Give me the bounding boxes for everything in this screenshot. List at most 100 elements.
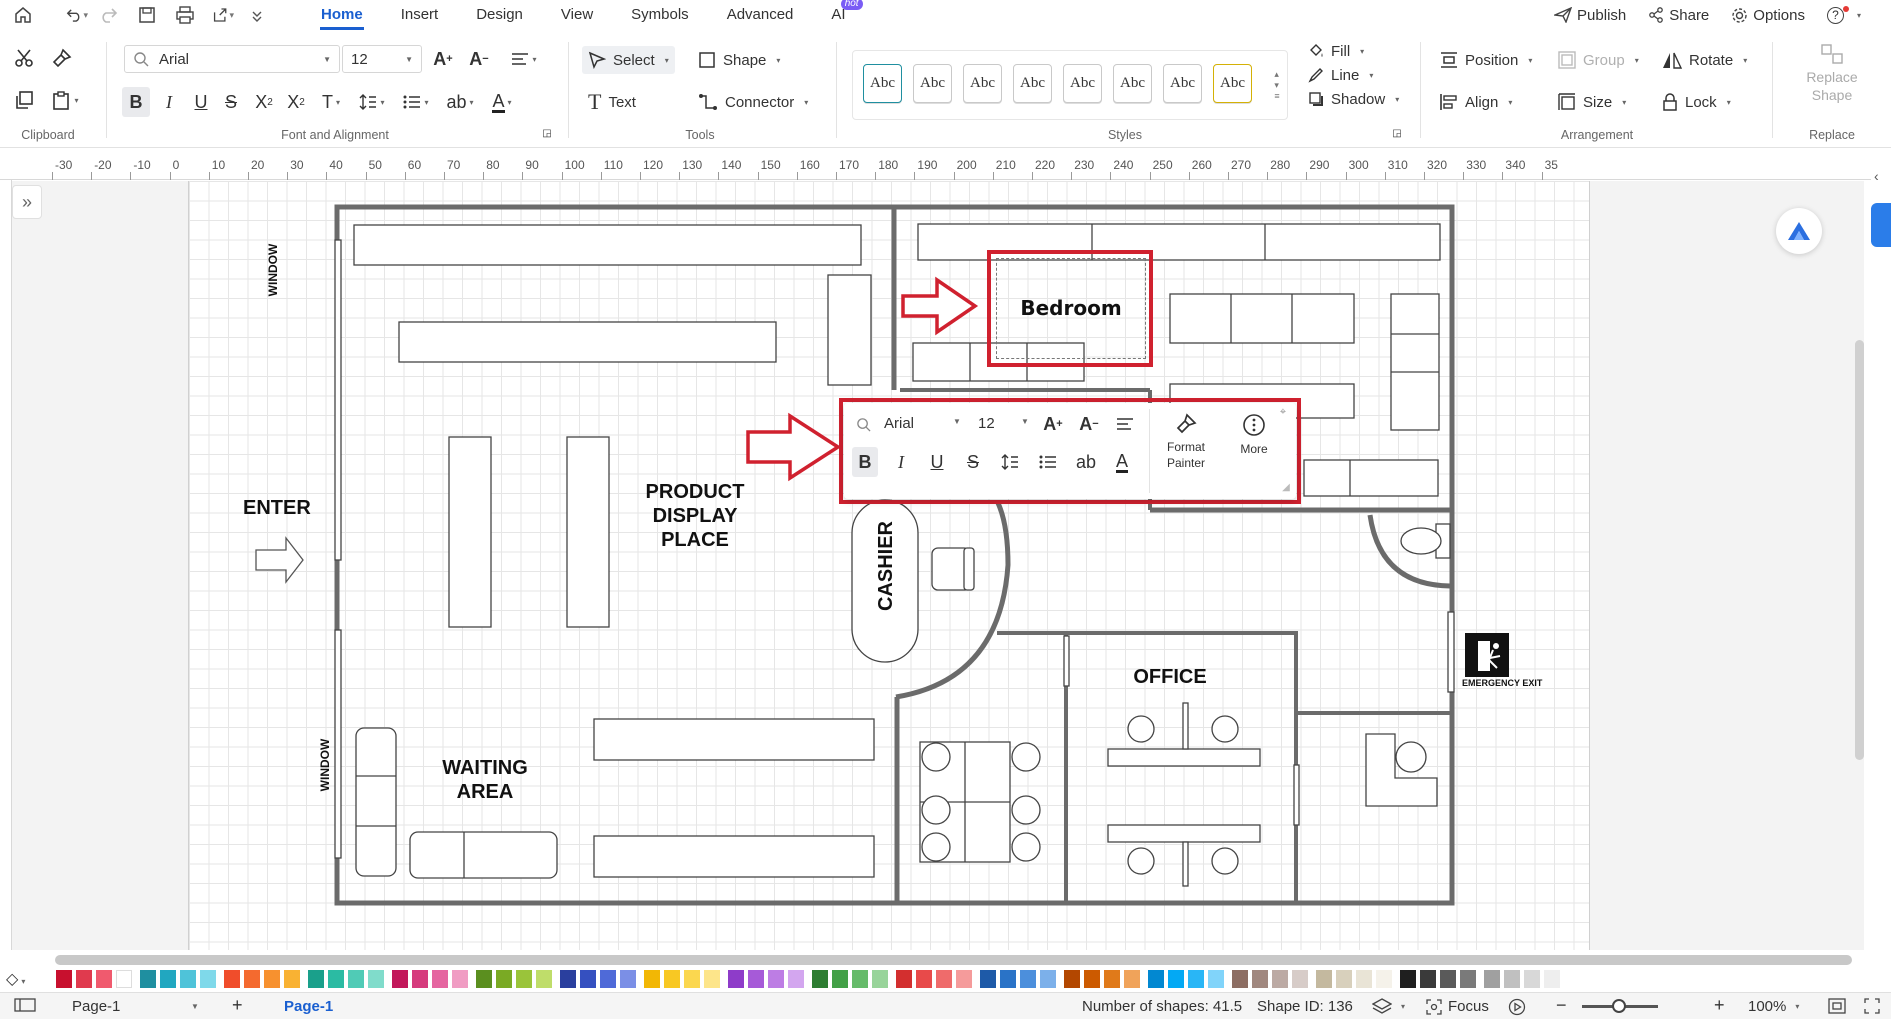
color-swatch[interactable] — [852, 970, 868, 988]
color-swatch[interactable] — [308, 970, 324, 988]
color-swatch[interactable] — [600, 970, 616, 988]
color-swatch[interactable] — [664, 970, 680, 988]
align-button[interactable]: Align ▾ — [1434, 88, 1518, 116]
expand-panel-button[interactable]: » — [12, 185, 42, 219]
color-swatch[interactable] — [264, 970, 280, 988]
color-swatch[interactable] — [412, 970, 428, 988]
color-swatch[interactable] — [432, 970, 448, 988]
color-swatch[interactable] — [620, 970, 636, 988]
share-button[interactable]: Share — [1648, 7, 1709, 24]
text-align-icon[interactable]: ▾ — [506, 47, 542, 71]
font-color-icon[interactable]: A ▾ — [484, 87, 520, 117]
color-swatch[interactable] — [684, 970, 700, 988]
format-painter-button[interactable]: Format Painter — [1156, 413, 1216, 471]
export-icon[interactable]: ▾ — [212, 4, 234, 26]
color-swatch[interactable] — [200, 970, 216, 988]
redo-icon[interactable] — [98, 4, 120, 26]
text-case-icon[interactable]: ab ▾ — [442, 87, 478, 117]
page-selector[interactable]: Page-1 ▼ — [72, 998, 199, 1015]
color-swatch[interactable] — [768, 970, 784, 988]
connector-tool-button[interactable]: Connector ▾ — [692, 88, 814, 116]
select-tool-button[interactable]: Select ▾ — [582, 46, 675, 74]
undo-icon[interactable]: ▾ — [66, 4, 88, 26]
page-panel-toggle-icon[interactable] — [14, 998, 36, 1012]
color-swatch[interactable] — [180, 970, 196, 988]
color-swatch[interactable] — [76, 970, 92, 988]
rotate-button[interactable]: Rotate ▾ — [1656, 46, 1753, 74]
color-swatch[interactable] — [1524, 970, 1540, 988]
color-swatch[interactable] — [1020, 970, 1036, 988]
position-button[interactable]: Position ▾ — [1434, 46, 1538, 74]
color-swatch[interactable] — [728, 970, 744, 988]
fill-button[interactable]: Fill ▾ — [1302, 40, 1370, 62]
strikethrough-icon[interactable]: S — [218, 87, 244, 117]
style-swatch-2[interactable]: Abc — [913, 64, 952, 103]
line-spacing-icon[interactable] — [996, 447, 1024, 477]
color-swatch[interactable] — [1400, 970, 1416, 988]
float-font-size[interactable]: 12 — [978, 415, 995, 432]
color-swatch[interactable] — [832, 970, 848, 988]
color-swatch[interactable] — [872, 970, 888, 988]
home-icon[interactable] — [12, 4, 34, 26]
underline-icon[interactable]: U — [924, 447, 950, 477]
collapse-right-panel-icon[interactable]: ‹ — [1874, 168, 1879, 184]
color-swatch[interactable] — [224, 970, 240, 988]
color-swatch[interactable] — [496, 970, 512, 988]
color-swatch[interactable] — [1084, 970, 1100, 988]
color-swatch[interactable] — [704, 970, 720, 988]
color-swatch[interactable] — [560, 970, 576, 988]
style-swatch-6[interactable]: Abc — [1113, 64, 1152, 103]
color-swatch[interactable] — [1420, 970, 1436, 988]
bold-icon[interactable]: B — [852, 447, 878, 477]
color-swatch[interactable] — [1504, 970, 1520, 988]
color-swatch[interactable] — [244, 970, 260, 988]
color-swatch[interactable] — [1104, 970, 1120, 988]
replace-shape-button[interactable]: Replace Shape — [1790, 44, 1874, 104]
color-swatch[interactable] — [1000, 970, 1016, 988]
color-swatch[interactable] — [516, 970, 532, 988]
right-panel-tab[interactable] — [1871, 203, 1891, 247]
bullet-list-icon[interactable] — [1034, 447, 1062, 477]
color-swatch[interactable] — [1188, 970, 1204, 988]
color-swatch[interactable] — [1440, 970, 1456, 988]
editing-text[interactable]: Bedroom — [997, 296, 1145, 320]
color-swatch[interactable] — [1336, 970, 1352, 988]
superscript-icon[interactable]: X2 — [250, 87, 278, 117]
group-button[interactable]: Group ▾ — [1552, 46, 1645, 74]
color-swatch[interactable] — [936, 970, 952, 988]
color-swatch[interactable] — [368, 970, 384, 988]
line-spacing-icon[interactable]: ▾ — [354, 87, 390, 117]
color-swatch[interactable] — [284, 970, 300, 988]
bold-icon[interactable]: B — [122, 87, 150, 117]
color-swatch[interactable] — [1064, 970, 1080, 988]
tab-view[interactable]: View — [542, 0, 612, 30]
zoom-level[interactable]: 100% ▾ — [1748, 998, 1799, 1015]
style-swatch-7[interactable]: Abc — [1163, 64, 1202, 103]
cut-icon[interactable] — [12, 46, 36, 70]
tab-insert[interactable]: Insert — [382, 0, 458, 30]
style-gallery-scroll-icon[interactable]: ▴ ▾ ≡ — [1268, 50, 1286, 120]
decrease-font-icon[interactable]: A − — [1076, 411, 1102, 437]
font-dropdown-icon[interactable]: ▼ — [953, 417, 961, 426]
color-swatch[interactable] — [116, 970, 132, 988]
color-swatch[interactable] — [812, 970, 828, 988]
italic-icon[interactable]: I — [156, 87, 182, 117]
decrease-font-icon[interactable]: A − — [466, 47, 492, 71]
color-swatch[interactable] — [980, 970, 996, 988]
color-swatch[interactable] — [956, 970, 972, 988]
focus-button[interactable]: Focus — [1426, 998, 1489, 1015]
color-swatch[interactable] — [328, 970, 344, 988]
help-button[interactable]: ? ▾ — [1826, 6, 1861, 24]
color-swatch[interactable] — [56, 970, 72, 988]
style-swatch-3[interactable]: Abc — [963, 64, 1002, 103]
paste-icon[interactable]: ▾ — [50, 88, 80, 112]
strikethrough-icon[interactable]: S — [960, 447, 986, 477]
print-icon[interactable] — [174, 4, 196, 26]
more-quick-actions-icon[interactable] — [246, 4, 268, 26]
editing-text-box[interactable]: Bedroom — [996, 258, 1146, 359]
layers-button[interactable]: ▾ — [1372, 998, 1405, 1014]
tab-design[interactable]: Design — [457, 0, 542, 30]
fullscreen-icon[interactable] — [1864, 998, 1880, 1014]
increase-font-icon[interactable]: A + — [430, 47, 456, 71]
color-swatch[interactable] — [1376, 970, 1392, 988]
